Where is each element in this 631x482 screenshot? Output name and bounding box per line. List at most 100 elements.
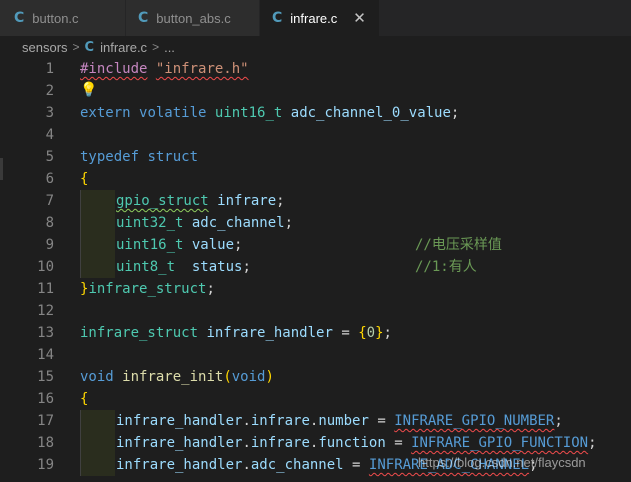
code-line[interactable]: 5 typedef struct bbox=[0, 146, 631, 168]
code-line[interactable]: 8 uint32_t adc_channel; bbox=[0, 212, 631, 234]
keyword: struct bbox=[147, 149, 199, 165]
keyword: extern bbox=[80, 105, 131, 121]
line-number: 4 bbox=[45, 127, 54, 143]
line-number: 8 bbox=[45, 215, 54, 231]
code-line[interactable]: 9 uint16_t value; //电压采样值 bbox=[0, 234, 631, 256]
code-line[interactable]: 2 💡 bbox=[0, 80, 631, 102]
indent-highlight bbox=[80, 454, 115, 476]
line-number: 18 bbox=[37, 435, 54, 451]
macro-name: INFRARE_GPIO_FUNCTION bbox=[411, 435, 589, 451]
tab-button-abs-c[interactable]: C button_abs.c bbox=[126, 0, 260, 36]
operator: = bbox=[377, 413, 386, 429]
code-line[interactable]: 1 #include "infrare.h" bbox=[0, 58, 631, 80]
breadcrumb-more[interactable]: ... bbox=[164, 40, 175, 55]
tab-infrare-c[interactable]: C infrare.c ✕ bbox=[260, 0, 380, 36]
line-content: uint32_t adc_channel; bbox=[116, 212, 293, 234]
line-number: 6 bbox=[45, 171, 54, 187]
line-content: infrare_handler.infrare.number = INFRARE… bbox=[116, 413, 563, 429]
brace: { bbox=[80, 391, 89, 407]
c-file-icon: C bbox=[138, 10, 149, 26]
chevron-right-icon: > bbox=[72, 40, 80, 54]
code-line[interactable]: 3 extern volatile uint16_t adc_channel_0… bbox=[0, 102, 631, 124]
variable-name: infrare_handler bbox=[116, 457, 243, 473]
code-line[interactable]: 7 gpio_struct infrare; bbox=[0, 190, 631, 212]
paren: ) bbox=[265, 369, 274, 385]
indent-guide bbox=[80, 234, 81, 256]
code-line[interactable]: 13 infrare_struct infrare_handler = {0}; bbox=[0, 322, 631, 344]
punctuation: ; bbox=[450, 105, 460, 121]
code-line[interactable]: 17 infrare_handler.infrare.number = INFR… bbox=[0, 410, 631, 432]
field-name: adc_channel bbox=[250, 457, 344, 473]
line-content: infrare_handler.infrare.function = INFRA… bbox=[116, 435, 597, 451]
brace: { bbox=[80, 171, 89, 187]
keyword: typedef bbox=[80, 149, 140, 165]
code-line[interactable]: 10 uint8_t status; //1:有人 bbox=[0, 256, 631, 278]
keyword: void bbox=[80, 369, 114, 385]
variable-name: infrare_handler bbox=[116, 413, 243, 429]
operator: = bbox=[341, 325, 350, 341]
code-line[interactable]: 16 { bbox=[0, 388, 631, 410]
code-line[interactable]: 12 bbox=[0, 300, 631, 322]
code-comment: //1:有人 bbox=[415, 259, 477, 275]
line-content: gpio_struct infrare; bbox=[116, 190, 285, 212]
line-content: #include "infrare.h" bbox=[80, 58, 249, 80]
brace: { bbox=[358, 325, 367, 341]
watermark: https://blog.csdn.net/flaycsdn bbox=[418, 455, 586, 470]
code-line[interactable]: 18 infrare_handler.infrare.function = IN… bbox=[0, 432, 631, 454]
tab-button-c[interactable]: C button.c bbox=[0, 0, 126, 36]
line-content: uint16_t value; bbox=[116, 234, 242, 256]
number-literal: 0 bbox=[366, 325, 376, 341]
code-line[interactable]: 4 bbox=[0, 124, 631, 146]
punctuation: ; bbox=[276, 193, 285, 209]
punctuation: ; bbox=[554, 413, 563, 429]
tab-label: button.c bbox=[32, 10, 79, 26]
indent-guide bbox=[80, 190, 81, 212]
line-number: 5 bbox=[45, 149, 54, 165]
type-name: infrare_struct bbox=[80, 325, 199, 341]
line-number: 14 bbox=[37, 347, 54, 363]
indent-guide bbox=[80, 454, 81, 476]
keyword: volatile bbox=[139, 105, 207, 121]
type-name: infrare_struct bbox=[88, 281, 207, 297]
code-line[interactable]: 15 void infrare_init(void) bbox=[0, 366, 631, 388]
type-name: gpio_struct bbox=[116, 193, 209, 209]
tab-bar: C button.c C button_abs.c C infrare.c ✕ bbox=[0, 0, 631, 36]
variable-name: adc_channel_0_value bbox=[290, 105, 451, 121]
line-number: 9 bbox=[45, 237, 54, 253]
breadcrumb-file[interactable]: infrare.c bbox=[100, 40, 147, 55]
line-number: 17 bbox=[37, 413, 54, 429]
line-number: 12 bbox=[37, 303, 54, 319]
variable-name: infrare_handler bbox=[206, 325, 333, 341]
punctuation: ; bbox=[588, 435, 597, 451]
code-line[interactable]: 6 { bbox=[0, 168, 631, 190]
breadcrumb-folder[interactable]: sensors bbox=[22, 40, 68, 55]
function-name: infrare_init bbox=[122, 369, 224, 385]
line-number: 13 bbox=[37, 325, 54, 341]
field-name: value bbox=[191, 237, 235, 253]
code-editor[interactable]: 1 #include "infrare.h" 2 💡 3 extern vola… bbox=[0, 58, 631, 482]
indent-guide bbox=[80, 410, 81, 432]
field-name: status bbox=[191, 259, 243, 275]
tab-label: button_abs.c bbox=[156, 10, 231, 26]
type-name: uint8_t bbox=[116, 259, 176, 275]
keyword: void bbox=[231, 369, 266, 385]
indent-highlight bbox=[80, 410, 115, 432]
punctuation: ; bbox=[284, 215, 294, 231]
field-name: adc_channel bbox=[191, 215, 285, 231]
code-line[interactable]: 14 bbox=[0, 344, 631, 366]
field-name: number bbox=[318, 413, 369, 429]
line-content: extern volatile uint16_t adc_channel_0_v… bbox=[80, 102, 459, 124]
type-name: uint16_t bbox=[116, 237, 184, 253]
code-line[interactable]: 11 }infrare_struct; bbox=[0, 278, 631, 300]
line-number: 1 bbox=[45, 61, 54, 77]
type-name: uint32_t bbox=[116, 215, 184, 231]
punctuation: ; bbox=[206, 281, 215, 297]
include-directive: #include bbox=[80, 61, 148, 77]
line-number: 11 bbox=[37, 281, 54, 297]
operator: = bbox=[352, 457, 361, 473]
type-name: uint16_t bbox=[214, 105, 283, 121]
line-content: { bbox=[80, 168, 88, 190]
close-icon[interactable]: ✕ bbox=[353, 9, 366, 27]
lightbulb-icon[interactable]: 💡 bbox=[80, 82, 97, 98]
tab-label: infrare.c bbox=[290, 10, 338, 26]
